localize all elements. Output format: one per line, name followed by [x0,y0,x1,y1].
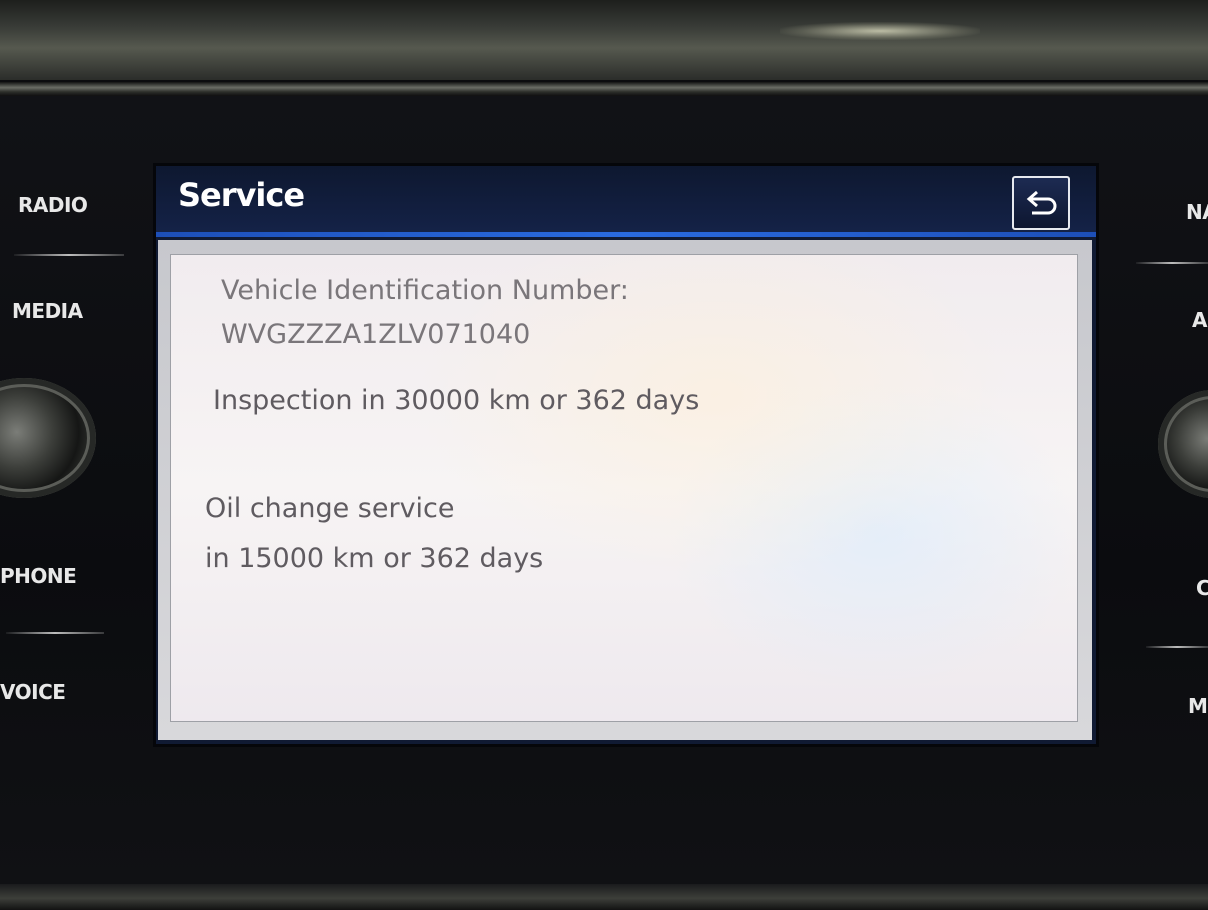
button-divider [6,632,104,634]
button-divider [1136,262,1208,264]
media-button[interactable]: MEDIA [12,299,83,323]
app-button[interactable]: A [1192,308,1207,332]
vin-label: Vehicle Identification Number: [221,275,629,306]
oil-change-label: Oil change service [205,493,455,524]
inspection-text: Inspection in 30000 km or 362 days [213,385,700,416]
back-button[interactable] [1012,176,1070,230]
nav-button[interactable]: NA [1186,200,1208,224]
service-info-panel: Vehicle Identification Number: WVGZZZA1Z… [170,254,1078,722]
infotainment-unit: RADIO MEDIA PHONE VOICE NA A C M Service [0,0,1208,910]
display-screen: Service Vehicle Identification Number: W… [156,166,1096,744]
button-divider [14,254,124,256]
phone-button[interactable]: PHONE [0,564,77,588]
button-divider [1146,646,1208,648]
page-title: Service [178,176,305,214]
dashboard-trim-bottom [0,884,1208,910]
vin-value: WVGZZZA1ZLV071040 [221,319,531,350]
dashboard-chrome-strip [0,82,1208,96]
dashboard-trim-top [0,0,1208,80]
screen-header: Service [156,166,1096,232]
radio-button[interactable]: RADIO [18,193,88,217]
car-button[interactable]: C [1196,576,1208,600]
header-accent-rule [156,232,1096,237]
oil-change-due: in 15000 km or 362 days [205,543,544,574]
menu-button[interactable]: M [1188,694,1208,718]
content-frame: Vehicle Identification Number: WVGZZZA1Z… [158,240,1092,740]
voice-button[interactable]: VOICE [0,680,66,704]
